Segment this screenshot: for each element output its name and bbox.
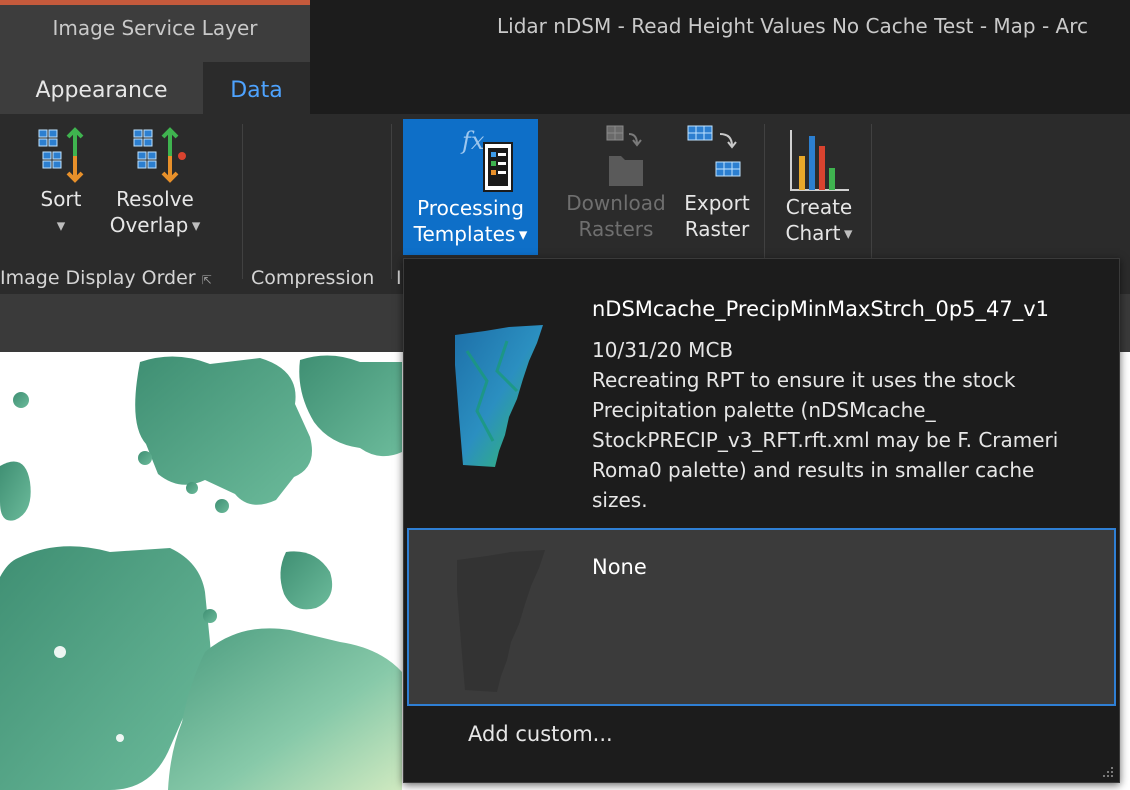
svg-text:fx: fx (460, 127, 485, 155)
chart-label: Chart ▼ (785, 221, 853, 245)
ribbon-tab-row: Appearance Data (0, 62, 1130, 114)
download-rasters-button[interactable]: Download Rasters (556, 122, 676, 242)
sort-icon (38, 127, 84, 183)
template-title: nDSMcache_PrecipMinMaxStrch_0p5_47_v1 (592, 297, 1050, 321)
tab-appearance[interactable]: Appearance (0, 62, 203, 114)
template-item-none[interactable]: None (407, 528, 1116, 706)
template-thumbnail-vermont (455, 325, 543, 467)
resize-grip-icon[interactable] (1101, 765, 1115, 779)
contextual-tab-group: Image Service Layer (0, 0, 310, 62)
templates-label: Templates ▼ (413, 222, 528, 246)
window-title: Lidar nDSM - Read Height Values No Cache… (497, 14, 1088, 38)
processing-label: Processing (417, 196, 524, 220)
bar-chart-icon (790, 130, 849, 191)
group-separator (242, 124, 243, 279)
group-separator (391, 124, 392, 279)
processing-templates-button[interactable]: fx Processing Templates ▼ (403, 119, 538, 255)
processing-templates-icon: fx (460, 127, 513, 192)
raster-label: Raster (684, 217, 750, 241)
create-label: Create (785, 195, 853, 219)
dialog-launcher-icon[interactable]: ⇱ (202, 273, 212, 287)
chevron-down-icon: ▼ (515, 228, 528, 242)
resolve-overlap-icon (133, 127, 186, 183)
title-bar: Image Service Layer Lidar nDSM - Read He… (0, 0, 1130, 62)
download-rasters-icon (606, 125, 643, 186)
resolve-label: Resolve (116, 187, 194, 211)
overlap-label: Overlap ▼ (109, 213, 201, 237)
export-raster-button[interactable]: Export Raster (678, 122, 756, 242)
chevron-down-icon: ▼ (188, 219, 201, 233)
sort-label: Sort (40, 187, 82, 211)
contextual-group-strip (0, 0, 310, 5)
group-label-partial: I (396, 267, 402, 289)
contextual-group-label: Image Service Layer (52, 16, 258, 40)
processing-templates-gallery: nDSMcache_PrecipMinMaxStrch_0p5_47_v1 10… (403, 258, 1120, 783)
chevron-down-icon: ▼ (56, 219, 66, 233)
group-separator (871, 124, 872, 279)
chevron-down-icon: ▼ (840, 227, 853, 241)
template-description: 10/31/20 MCB Recreating RPT to ensure it… (592, 338, 1059, 512)
sort-button[interactable]: Sort ▼ (16, 126, 106, 240)
download-label: Download (566, 191, 666, 215)
export-label: Export (684, 191, 750, 215)
group-separator (764, 124, 765, 279)
resolve-overlap-button[interactable]: Resolve Overlap ▼ (105, 126, 205, 240)
create-chart-button[interactable]: Create Chart ▼ (774, 128, 864, 248)
export-raster-icon (687, 125, 741, 177)
template-title: None (592, 555, 647, 579)
group-label-compression: Compression (251, 267, 375, 289)
rasters-label: Rasters (578, 217, 654, 241)
template-item-ndsmcache[interactable]: nDSMcache_PrecipMinMaxStrch_0p5_47_v1 10… (407, 269, 1116, 525)
template-thumbnail-none (457, 550, 545, 692)
group-label-image-display-order: Image Display Order ⇱ (0, 267, 212, 289)
tab-data[interactable]: Data (203, 62, 310, 114)
add-custom-menu-item[interactable]: Add custom... (468, 722, 613, 746)
